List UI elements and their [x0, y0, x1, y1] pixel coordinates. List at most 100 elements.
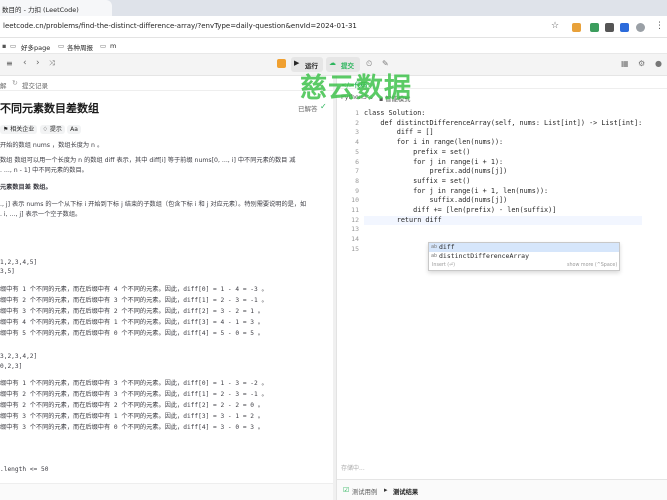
layout-icon[interactable]: ▦ [621, 59, 629, 68]
line-number: 13 [351, 225, 359, 234]
line-number: 5 [355, 147, 359, 156]
folder-icon: ▭ [58, 42, 65, 50]
example2-line: 缀中有 3 个不同的元素，而在后缀中有 1 个不同的元素。因此，diff[3] … [0, 413, 264, 420]
autocomplete-item[interactable]: ab diff [429, 243, 619, 252]
play-icon: ▶ [294, 59, 300, 67]
debug-icon[interactable] [277, 59, 286, 68]
extension-icon[interactable] [572, 23, 581, 32]
line-number: 10 [351, 196, 359, 205]
prev-icon[interactable]: ‹ [23, 58, 27, 68]
tag-hint[interactable]: ♢ 提示 [39, 125, 65, 134]
example1-output: 3,5] [0, 268, 15, 275]
tag-label: 相关企业 [10, 126, 35, 133]
extension-icon[interactable] [590, 23, 599, 32]
autocomplete-label: diff [439, 243, 455, 251]
tab-result[interactable]: 测试结果 [393, 487, 418, 496]
editor-pane: </>代码 Python3 ⌄ ▪ 智能模式 1 2 3 4 5 6 7 8 9… [336, 76, 667, 500]
description-tabs: 解 ↻ 提交记录 [0, 76, 334, 91]
desc-line: ., j] 表示 nums 的一个从下标 i 开始到下标 j 结束的子数组（包含… [0, 201, 307, 208]
line-number: 6 [355, 157, 359, 166]
example1-line: 缀中有 5 个不同的元素，而在后缀中有 0 个不同的元素。因此，diff[4] … [0, 330, 264, 337]
example1-line: 缀中有 4 个不同的元素，而在后缀中有 1 个不同的元素。因此，diff[3] … [0, 319, 264, 326]
profile-icon[interactable] [636, 23, 645, 32]
autocomplete-item[interactable]: ab distinctDifferenceArray [429, 252, 619, 261]
code-line: class Solution: [364, 109, 426, 117]
code-line: for j in range(i + 1, len(nums)): [364, 186, 549, 195]
code-area[interactable]: class Solution: def distinctDifferenceAr… [364, 109, 643, 226]
bookmark-item[interactable]: m [110, 42, 116, 50]
desc-line: . i, ..., j] 表示一个空子数组。 [0, 211, 82, 218]
address-bar[interactable]: leetcode.cn/problems/find-the-distinct-d… [0, 16, 667, 38]
example2-line: 缀中有 2 个不同的元素，而在后缀中有 3 个不同的元素。因此，diff[1] … [0, 391, 268, 398]
tag-font[interactable]: Aa [67, 125, 81, 134]
folder-icon: ▪ [2, 42, 7, 50]
folder-icon: ▭ [100, 42, 107, 50]
extension-icon[interactable] [605, 23, 614, 32]
tag-row: ⚑ 相关企业 ♢ 提示 Aa [0, 124, 81, 134]
line-number: 15 [351, 244, 359, 253]
description-footer [0, 483, 334, 500]
star-icon[interactable]: ☆ [551, 21, 559, 31]
example2-input: 3,2,3,4,2] [0, 353, 38, 360]
example2-line: 缀中有 1 个不同的元素，而在后缀中有 3 个不同的元素。因此，diff[0] … [0, 380, 268, 387]
line-number: 4 [355, 138, 359, 147]
code-line: suffix = set() [364, 176, 471, 185]
code-line: prefix = set() [364, 147, 471, 156]
desc-line: 元素数目差 数组。 [0, 184, 52, 191]
desc-line: . ..., n - 1] 中不同元素的数目。 [0, 167, 88, 174]
autocomplete-popup: ab diff ab distinctDifferenceArray Inser… [428, 242, 620, 271]
bookmarks-bar: ▪ ▭ 好多page ▭ 各种周报 ▭ m [0, 38, 667, 54]
tag-company[interactable]: ⚑ 相关企业 [0, 125, 38, 134]
menu-icon[interactable]: ⋮ [655, 21, 664, 31]
code-line: diff = [] [364, 128, 434, 137]
extension-icon[interactable] [620, 23, 629, 32]
line-number: 3 [355, 128, 359, 137]
browser-tab[interactable]: 数目的 - 力扣 (LeetCode) [0, 0, 112, 16]
bookmark-item[interactable]: 好多page [21, 42, 50, 52]
list-icon[interactable]: ≡ [6, 59, 13, 68]
desc-line: 数组 数组可以用一个长度为 n 的数组 diff 表示，其中 diff[i] 等… [0, 157, 296, 164]
browser-tab-bar: 数目的 - 力扣 (LeetCode) [0, 0, 667, 16]
example1-line: 缀中有 1 个不同的元素，而在后缀中有 4 个不同的元素。因此，diff[0] … [0, 286, 268, 293]
description-pane: 解 ↻ 提交记录 不同元素数目差数组 已解答 ✓ ⚑ 相关企业 ♢ 提示 Aa … [0, 76, 334, 500]
autocomplete-more[interactable]: show more (^Space) [567, 263, 617, 268]
variable-icon: ab [431, 244, 438, 250]
url-text[interactable]: leetcode.cn/problems/find-the-distinct-d… [3, 22, 357, 30]
code-line: def distinctDifferenceArray(self, nums: … [364, 118, 643, 127]
settings-icon[interactable]: ⚙ [638, 59, 645, 68]
line-number: 2 [355, 118, 359, 127]
shuffle-icon[interactable]: ⤨ [49, 59, 55, 68]
console-bar: ☑ 测试用例 ▸ 测试结果 [337, 479, 667, 500]
next-icon[interactable]: › [36, 58, 40, 68]
line-number: 1 [355, 109, 359, 117]
code-line: diff += [len(prefix) - len(suffix)] [364, 206, 557, 215]
checkbox-icon: ☑ [343, 486, 350, 494]
code-line-current: return diff [364, 215, 643, 226]
example2-line: 缀中有 3 个不同的元素，而在后缀中有 0 个不同的元素。因此，diff[4] … [0, 424, 264, 431]
avatar[interactable]: ● [655, 59, 662, 68]
line-number: 11 [351, 206, 359, 215]
tab-solutions[interactable]: 解 [0, 80, 7, 90]
code-line: for j in range(i + 1): [364, 157, 504, 166]
autocomplete-label: distinctDifferenceArray [439, 252, 530, 260]
tab-testcase[interactable]: 测试用例 [352, 487, 377, 496]
tag-label: 提示 [49, 126, 62, 133]
bookmark-item[interactable]: 各种周报 [67, 42, 93, 52]
tab-submissions[interactable]: 提交记录 [22, 80, 48, 90]
constraint-line: .length <= 50 [0, 466, 49, 473]
desc-line: 开始的数组 nums ，数组长度为 n 。 [0, 142, 104, 149]
line-number: 12 [351, 215, 359, 224]
line-number: 14 [351, 235, 359, 244]
line-gutter: 1 2 3 4 5 6 7 8 9 10 11 12 13 14 15 [337, 109, 359, 255]
problem-title: 不同元素数目差数组 [0, 102, 99, 115]
example2-line: 缀中有 2 个不同的元素，而在后缀中有 2 个不同的元素。因此，diff[2] … [0, 402, 264, 409]
autocomplete-hint: Insert (⏎) [432, 263, 456, 268]
tab-title: 数目的 - 力扣 (LeetCode) [2, 6, 79, 14]
history-icon: ↻ [12, 79, 18, 87]
variable-icon: ab [431, 253, 438, 259]
line-number: 7 [355, 167, 359, 176]
folder-icon: ▭ [10, 42, 17, 50]
example1-input: 1,2,3,4,5] [0, 259, 38, 266]
example2-output: 0,2,3] [0, 363, 23, 370]
example1-line: 缀中有 2 个不同的元素，而在后缀中有 3 个不同的元素。因此，diff[1] … [0, 297, 268, 304]
